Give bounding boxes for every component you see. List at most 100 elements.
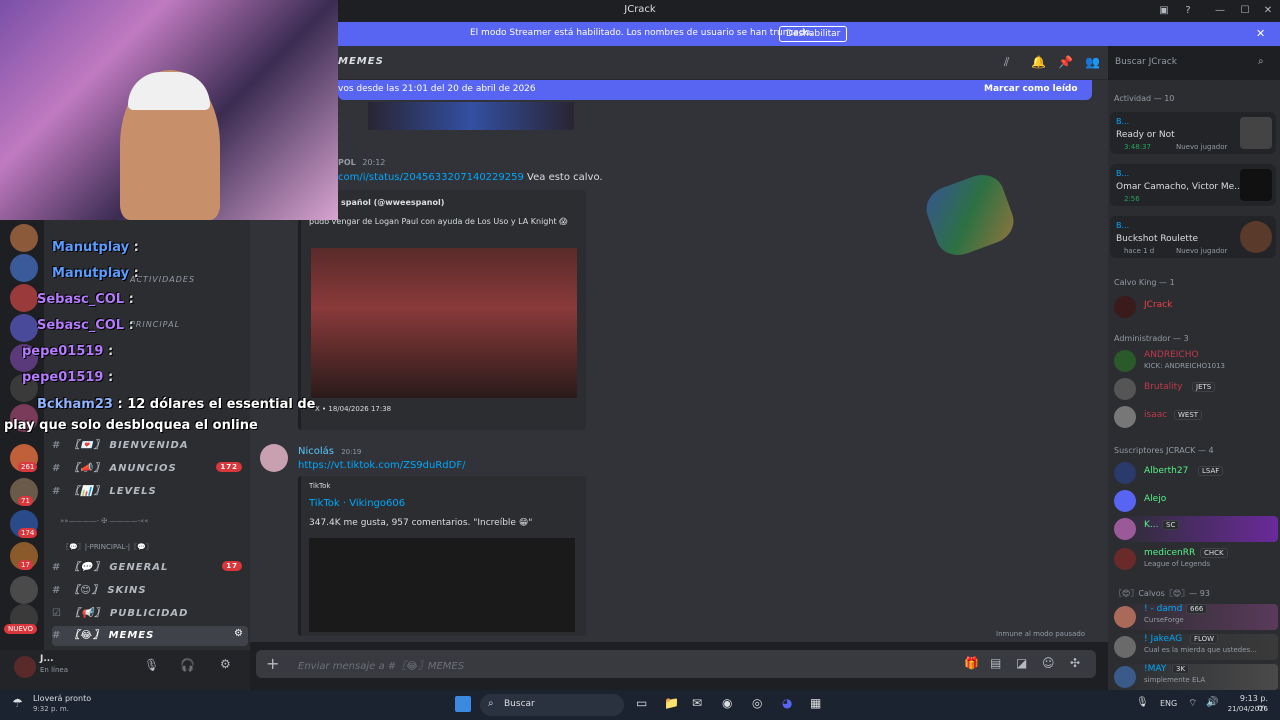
composer-placeholder: Enviar mensaje a #〖😂〗MEMES — [298, 661, 465, 672]
mark-read-button[interactable]: Marcar como leído — [984, 84, 1078, 94]
activity-card[interactable]: B... Buckshot Roulette hace 1 d Nuevo ju… — [1110, 216, 1276, 258]
avatar — [1114, 518, 1136, 540]
task-view-icon[interactable]: ▭ — [636, 696, 647, 710]
activity-user[interactable]: B... — [1116, 169, 1129, 178]
discord-icon[interactable]: ◕ — [782, 696, 792, 710]
author-name[interactable]: POL — [338, 158, 356, 167]
embed-title[interactable]: TikTok · Vikingo606 — [309, 498, 405, 509]
chat-text: : — [133, 266, 139, 281]
author-name[interactable]: Nicolás — [298, 446, 334, 457]
category-header[interactable]: 〖💬〗|-PRINCIPAL-|〖💬〗 — [62, 542, 153, 552]
avatar[interactable] — [14, 656, 36, 678]
chat-user: Manutplay — [52, 240, 130, 255]
microphone-icon[interactable]: 🎙 — [144, 658, 159, 672]
user-name[interactable]: J... — [40, 654, 54, 664]
gif-icon[interactable]: ▤ — [990, 656, 1001, 670]
channel-general[interactable]: # 〖💬〗 GENERAL 17 — [52, 558, 242, 578]
channel-label: MEMES — [108, 630, 155, 641]
channel-emoji: 〖😊〗 — [69, 585, 103, 596]
channel-memes[interactable]: # 〖😂〗 MEMES ⚙ — [52, 626, 248, 646]
chrome-icon[interactable]: ◉ — [722, 696, 732, 710]
inbox-icon[interactable]: ▣ — [1156, 3, 1172, 19]
activity-card[interactable]: B... Omar Camacho, Victor Me... 2:56 — [1110, 164, 1276, 206]
stream-chat-line: Manutplay : — [4, 266, 139, 281]
microphone-tray-icon[interactable]: 🎙 — [1136, 697, 1149, 708]
embed-description: pudo vengar de Logan Paul con ayuda de L… — [309, 217, 568, 226]
channel-emoji: 〖💌〗 — [69, 440, 105, 451]
add-attachment-icon[interactable]: + — [266, 654, 279, 673]
activity-header: Actividad — 10 — [1114, 94, 1175, 103]
hash-icon: # — [52, 630, 62, 641]
maximize-button[interactable]: ☐ — [1237, 3, 1253, 19]
role-header: 〖😊〗Calvos〖😊〗— 93 — [1114, 589, 1210, 598]
sticker-image — [920, 168, 1020, 262]
embed-image[interactable] — [311, 248, 577, 398]
pin-icon[interactable]: 📌 — [1058, 55, 1073, 69]
category-principal[interactable]: PRINCIPAL — [130, 320, 180, 329]
wifi-icon[interactable]: ⌔ — [1188, 697, 1197, 710]
search-input[interactable]: Buscar JCrack ⌕ — [1110, 53, 1274, 73]
language-indicator[interactable]: ENG — [1160, 699, 1177, 708]
clock-date[interactable]: 21/04/2026 — [1222, 705, 1268, 713]
banner-close-icon[interactable]: ✕ — [1256, 27, 1265, 40]
weather-time: 9:32 p. m. — [33, 705, 69, 713]
activity-game: Omar Camacho, Victor Me... — [1116, 182, 1243, 192]
new-messages-bar[interactable]: vos desde las 21:01 del 20 de abril de 2… — [338, 80, 1092, 100]
embed-video[interactable] — [309, 538, 575, 632]
embed-footer: X • 18/04/2026 17:38 — [315, 405, 392, 413]
channel-skins[interactable]: # 〖😊〗 SKINS — [52, 581, 147, 601]
taskbar: ☂ Lloverá pronto 9:32 p. m. ⌕ Buscar ▭ 📁… — [0, 690, 1280, 720]
previous-image-attachment[interactable] — [368, 102, 574, 130]
member-name: JCrack — [1144, 300, 1173, 310]
notification-bell-icon[interactable]: 🔔 — [1031, 55, 1046, 69]
category-activities[interactable]: ACTIVIDADES — [130, 275, 195, 284]
activity-user[interactable]: B... — [1116, 117, 1129, 126]
app-icon[interactable]: ◎ — [752, 696, 762, 710]
app-icon[interactable]: ▦ — [810, 696, 821, 710]
avatar — [1114, 378, 1136, 400]
minimize-button[interactable]: — — [1212, 3, 1228, 19]
mail-icon[interactable]: ✉ — [692, 696, 702, 710]
server-icon[interactable] — [10, 576, 38, 604]
member-item[interactable]: ! JakeAG FLOW Cual es la mierda que ustede… — [1114, 634, 1278, 660]
avatar[interactable] — [260, 444, 288, 472]
channel-publicidad[interactable]: ☑ 〖📢〗 PUBLICIDAD — [52, 604, 188, 624]
weather-icon[interactable]: ☂ — [12, 696, 23, 710]
member-item[interactable]: !MAY 3K simplemente ELA — [1114, 664, 1278, 690]
chat-text: : — [108, 344, 114, 359]
channel-levels[interactable]: # 〖📊〗 LEVELS — [52, 482, 157, 502]
channel-label: ANUNCIOS — [109, 463, 177, 474]
headphones-icon[interactable]: 🎧 — [180, 658, 195, 672]
member-tag: FLOW — [1190, 634, 1219, 644]
activity-user[interactable]: B... — [1116, 221, 1129, 230]
activity-time: 3:48:37 — [1124, 143, 1151, 151]
help-icon[interactable]: ? — [1180, 3, 1196, 19]
file-explorer-icon[interactable]: 📁 — [664, 696, 679, 710]
message-link[interactable]: https://vt.tiktok.com/ZS9duRdDF/ — [298, 460, 465, 471]
member-tag: CHCK — [1200, 548, 1228, 558]
member-tag: 3K — [1172, 664, 1190, 674]
taskbar-search[interactable]: ⌕ Buscar — [480, 694, 624, 716]
member-item[interactable]: K... SC — [1114, 516, 1278, 542]
message-composer[interactable]: + Enviar mensaje a #〖😂〗MEMES 🎁 ▤ ◪ ☺ ✣ — [256, 650, 1096, 678]
close-window-button[interactable]: ✕ — [1260, 3, 1276, 19]
weather-text[interactable]: Lloverá pronto — [33, 694, 91, 703]
volume-icon[interactable]: 🔊 — [1206, 697, 1218, 708]
member-list-icon[interactable]: 👥 — [1085, 55, 1100, 69]
threads-icon[interactable]: ⫽ — [1004, 55, 1009, 70]
disable-streamer-button[interactable]: Deshabilitar — [779, 26, 848, 42]
member-item[interactable]: ! - damd 666 CurseForge — [1114, 604, 1278, 630]
activity-card[interactable]: B... Ready or Not 3:48:37 Nuevo jugador — [1110, 112, 1276, 154]
message-author[interactable]: POL 20:12 — [338, 158, 385, 167]
gift-icon[interactable]: 🎁 — [964, 656, 979, 670]
message-link[interactable]: com/i/status/2045633207140229259 — [338, 172, 524, 183]
windows-start-icon[interactable] — [455, 696, 471, 712]
apps-icon[interactable]: ✣ — [1070, 656, 1080, 670]
channel-anuncios[interactable]: # 〖📣〗 ANUNCIOS 172 — [52, 459, 242, 479]
emoji-icon[interactable]: ☺ — [1042, 656, 1055, 670]
sticker-icon[interactable]: ◪ — [1016, 656, 1027, 670]
embed-provider[interactable]: spañol (@wweespanol) — [341, 198, 444, 207]
user-settings-icon[interactable]: ⚙ — [220, 657, 231, 671]
channel-bienvenida[interactable]: # 〖💌〗 BIENVENIDA — [52, 436, 189, 456]
settings-gear-icon[interactable]: ⚙ — [234, 628, 244, 639]
